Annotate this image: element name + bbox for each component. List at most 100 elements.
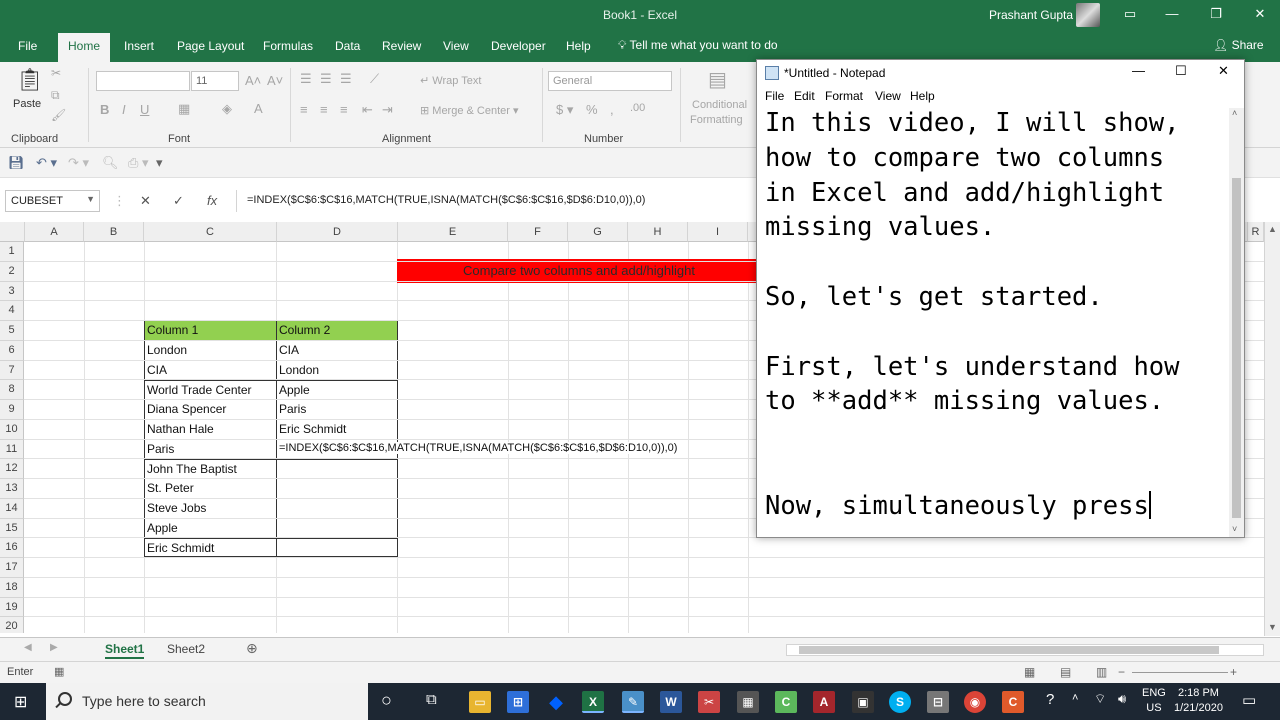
cell-column1[interactable]: John The Baptist bbox=[145, 462, 237, 476]
print-icon[interactable]: ⎙ ▾ bbox=[128, 155, 149, 171]
row-header[interactable]: 17 bbox=[0, 558, 24, 578]
row-header[interactable]: 10 bbox=[0, 419, 24, 440]
tab-review[interactable]: Review bbox=[382, 39, 421, 53]
notepad-scrollbar[interactable]: ˄ ˅ bbox=[1229, 108, 1244, 537]
user-name[interactable]: Prashant Gupta bbox=[989, 8, 1073, 22]
column-header[interactable]: R bbox=[1248, 222, 1264, 242]
row-header[interactable]: 11 bbox=[0, 439, 24, 460]
network-app-icon[interactable]: ⊟ bbox=[927, 691, 949, 713]
cell-c5[interactable]: Column 1 bbox=[145, 323, 198, 337]
cell-column2[interactable]: Apple bbox=[277, 383, 310, 397]
task-view-icon[interactable]: ⧉ bbox=[426, 691, 437, 708]
notepad-icon[interactable]: ✎ bbox=[622, 691, 644, 713]
menu-view[interactable]: View bbox=[875, 89, 901, 103]
redo-icon[interactable]: ↷ ▾ bbox=[68, 155, 89, 171]
tab-data[interactable]: Data bbox=[335, 39, 360, 53]
customize-qat-icon[interactable]: ▾ bbox=[156, 155, 163, 171]
format-painter-icon[interactable]: 🖌︎ bbox=[51, 108, 66, 122]
cell-column1[interactable]: Nathan Hale bbox=[145, 422, 214, 436]
clock[interactable]: 2:18 PM 1/21/2020 bbox=[1174, 686, 1223, 716]
row-header[interactable]: 18 bbox=[0, 577, 24, 598]
tab-page-layout[interactable]: Page Layout bbox=[177, 39, 244, 53]
tab-help[interactable]: Help bbox=[566, 39, 591, 53]
decrease-indent-icon[interactable]: ⇤ bbox=[362, 102, 373, 118]
app-icon[interactable]: ▣ bbox=[852, 691, 874, 713]
chrome-icon[interactable]: ◉ bbox=[964, 691, 986, 713]
menu-format[interactable]: Format bbox=[825, 89, 863, 103]
skype-icon[interactable]: S bbox=[889, 691, 911, 713]
row-header[interactable]: 5 bbox=[0, 321, 24, 341]
normal-view-icon[interactable]: ▦ bbox=[1024, 665, 1035, 679]
print-preview-icon[interactable]: 🔍︎ bbox=[102, 155, 119, 171]
save-icon[interactable]: 💾︎ bbox=[8, 155, 25, 171]
cell-column1[interactable]: London bbox=[145, 343, 187, 357]
notepad-window[interactable]: *Untitled - Notepad — ☐ ✕ File Edit Form… bbox=[756, 59, 1245, 538]
align-right-icon[interactable]: ≡ bbox=[340, 102, 348, 117]
close-icon[interactable]: ✕ bbox=[1218, 63, 1229, 79]
scroll-thumb[interactable] bbox=[799, 646, 1219, 654]
notepad-text-area[interactable]: In this video, I will show, how to compa… bbox=[765, 106, 1230, 536]
row-header[interactable]: 1 bbox=[0, 242, 24, 262]
prev-sheet-icon[interactable]: ◀ bbox=[24, 642, 32, 653]
page-layout-view-icon[interactable]: ▤ bbox=[1060, 665, 1071, 679]
align-middle-icon[interactable]: ☰ bbox=[320, 71, 332, 87]
italic-icon[interactable]: I bbox=[122, 102, 126, 117]
row-header[interactable]: 16 bbox=[0, 538, 24, 558]
merge-center-button[interactable]: ⊞ Merge & Center ▾ bbox=[420, 104, 519, 117]
cell-column1[interactable]: Steve Jobs bbox=[145, 501, 206, 515]
row-header[interactable]: 7 bbox=[0, 360, 24, 381]
name-box[interactable]: CUBESET ▼ bbox=[5, 190, 100, 212]
borders-icon[interactable]: ▦ bbox=[178, 101, 190, 117]
cell-column2[interactable]: London bbox=[277, 363, 319, 377]
align-top-icon[interactable]: ☰ bbox=[300, 71, 312, 87]
tell-me-box[interactable]: 💡︎ Tell me what you want to do bbox=[618, 38, 778, 53]
scroll-thumb[interactable] bbox=[1232, 178, 1241, 518]
input-language[interactable]: ENG US bbox=[1142, 686, 1166, 716]
select-all-corner[interactable] bbox=[0, 222, 25, 242]
cell-column1[interactable]: World Trade Center bbox=[145, 383, 252, 397]
column-header[interactable]: I bbox=[688, 222, 748, 242]
orientation-icon[interactable]: ⟋ bbox=[370, 71, 379, 87]
align-center-icon[interactable]: ≡ bbox=[320, 102, 328, 117]
menu-help[interactable]: Help bbox=[910, 89, 935, 103]
file-explorer-icon[interactable]: ▭ bbox=[469, 691, 491, 713]
row-header[interactable]: 13 bbox=[0, 479, 24, 499]
tray-up-icon[interactable]: ˄ bbox=[1072, 692, 1078, 704]
shrink-font-icon[interactable]: A˅ bbox=[267, 73, 283, 88]
increase-indent-icon[interactable]: ⇥ bbox=[382, 102, 393, 118]
volume-icon[interactable]: 🔊︎ bbox=[1118, 691, 1126, 707]
tab-view[interactable]: View bbox=[443, 39, 469, 53]
column-header[interactable]: D bbox=[277, 222, 398, 242]
tab-developer[interactable]: Developer bbox=[491, 39, 546, 53]
scroll-down-icon[interactable]: ▼ bbox=[1268, 622, 1277, 632]
title-banner[interactable]: Compare two columns and add/highlight bbox=[397, 259, 759, 283]
minimize-icon[interactable]: — bbox=[1164, 6, 1180, 22]
wrap-text-button[interactable]: ↵ Wrap Text bbox=[420, 74, 481, 87]
access-icon[interactable]: A bbox=[813, 691, 835, 713]
cell-column1[interactable]: St. Peter bbox=[145, 481, 194, 495]
fill-color-icon[interactable]: ◈ bbox=[222, 101, 232, 117]
row-header[interactable]: 4 bbox=[0, 301, 24, 321]
cut-icon[interactable]: ✂ bbox=[51, 66, 61, 80]
row-header[interactable]: 8 bbox=[0, 380, 24, 400]
conditional-formatting-label-1[interactable]: Conditional bbox=[692, 99, 747, 111]
wifi-icon[interactable]: ⌔ bbox=[1094, 691, 1106, 707]
cell-column2[interactable]: Eric Schmidt bbox=[277, 422, 346, 436]
font-size-combo[interactable]: 11 bbox=[191, 71, 239, 91]
bold-icon[interactable]: B bbox=[100, 102, 109, 117]
insert-function-icon[interactable]: fx bbox=[207, 193, 217, 208]
share-button[interactable]: 👤︎ Share bbox=[1213, 38, 1264, 52]
cell-column2[interactable]: Paris bbox=[277, 402, 306, 416]
row-header[interactable]: 6 bbox=[0, 340, 24, 361]
tab-file[interactable]: File bbox=[18, 39, 37, 53]
help-icon[interactable]: ? bbox=[1046, 691, 1054, 708]
zoom-slider[interactable] bbox=[1132, 672, 1228, 673]
cortana-icon[interactable]: ○ bbox=[381, 690, 392, 711]
row-header[interactable]: 9 bbox=[0, 400, 24, 420]
add-sheet-icon[interactable]: ⊕ bbox=[246, 640, 258, 657]
sheet-tab-sheet2[interactable]: Sheet2 bbox=[167, 642, 205, 656]
conditional-formatting-icon[interactable]: ▤ bbox=[708, 67, 727, 92]
column-header[interactable]: F bbox=[508, 222, 568, 242]
increase-decimal-icon[interactable]: .00 bbox=[630, 102, 645, 114]
calculator-icon[interactable]: ▦ bbox=[737, 691, 759, 713]
